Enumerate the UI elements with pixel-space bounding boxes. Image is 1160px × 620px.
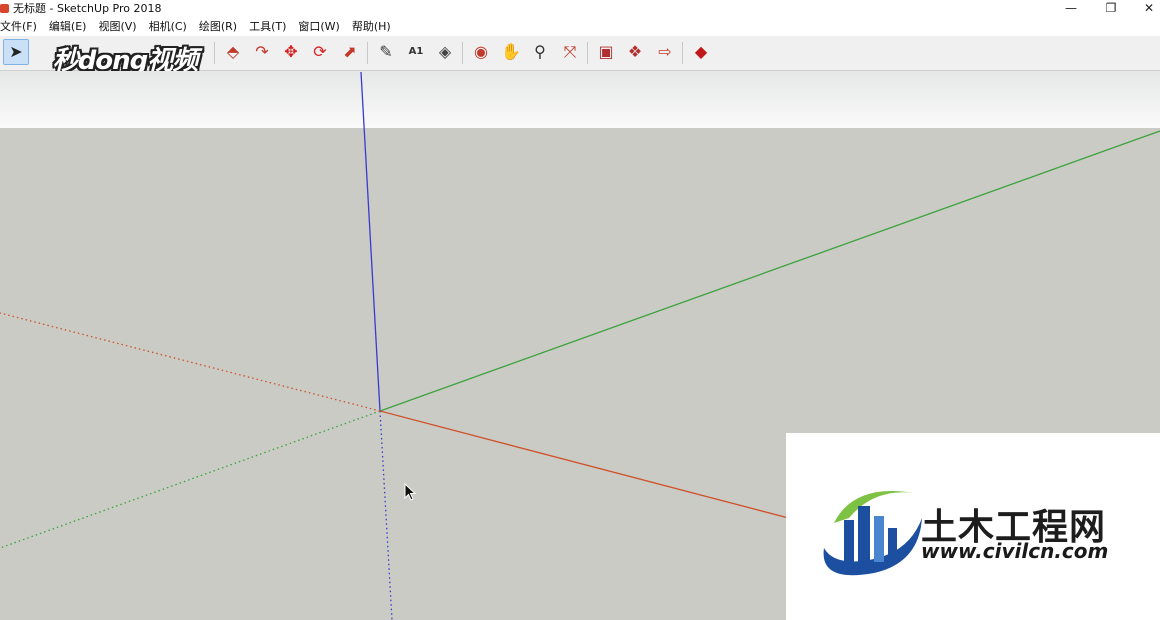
civilcn-watermark: 土木工程网 www.civilcn.com bbox=[786, 433, 1160, 620]
green-axis-negative bbox=[0, 410, 381, 549]
blue-axis-up bbox=[360, 71, 381, 412]
civilcn-logo-icon bbox=[823, 491, 922, 576]
blue-axis-down bbox=[379, 410, 393, 620]
civilcn-brand-url: www.civilcn.com bbox=[921, 539, 1109, 563]
green-axis-positive bbox=[379, 130, 1160, 412]
mouse-cursor-icon bbox=[404, 483, 417, 501]
red-axis-positive bbox=[379, 410, 801, 522]
red-axis-negative bbox=[0, 312, 381, 412]
